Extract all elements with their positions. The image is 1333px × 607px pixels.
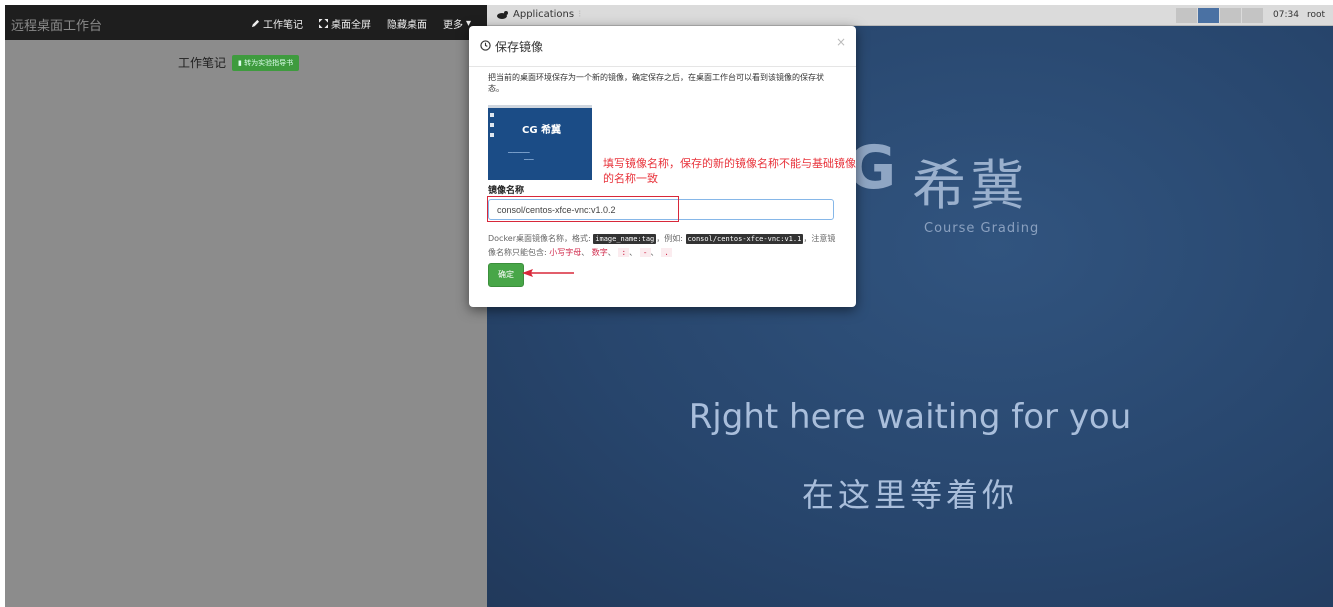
clock-time: 07:34 [1273,10,1299,20]
dialog-description: 把当前的桌面环境保存为一个新的镜像，确定保存之后，在桌面工作台可以看到该镜像的保… [488,73,824,93]
workspace-2[interactable] [1198,8,1219,23]
allowed-dot: . [661,248,672,257]
workspace-1[interactable] [1176,8,1197,23]
nav-fullscreen[interactable]: 桌面全屏 [318,16,371,31]
desktop-thumbnail: CG 希冀 ━━━━━━━━━ ━━━━ [488,105,592,180]
allowed-lowercase: 小写字母 [549,248,582,257]
thumbnail-panel [488,105,592,108]
thumbnail-text-1: ━━━━━━━━━ [508,150,530,155]
xfce-mouse-icon [497,10,508,19]
panel-separator: ⁝ [578,9,582,20]
expand-icon [318,19,328,28]
nav-notes[interactable]: 工作笔记 [251,16,303,31]
workspace-3[interactable] [1220,8,1241,23]
clock-icon [480,40,491,51]
pencil-icon [251,19,260,28]
convert-to-guide-label: 转为实验指导书 [244,58,294,67]
help-format: image_name:tag [593,234,657,244]
nav-hide-desktop-label: 隐藏桌面 [386,20,427,31]
image-name-input[interactable] [488,199,834,220]
app-brand: 远程桌面工作台 [11,19,103,34]
allowed-colon: : [618,248,630,257]
nav-more-label: 更多 [442,20,463,31]
save-image-dialog: 保存镜像 × 把当前的桌面环境保存为一个新的镜像，确定保存之后，在桌面工作台可以… [469,26,856,307]
nav-more[interactable]: 更多 ▾ [443,16,471,31]
workspace-switcher[interactable] [1176,8,1263,23]
nav-hide-desktop[interactable]: 隐藏桌面 [387,16,427,31]
thumbnail-text-2: ━━━━ [524,157,534,162]
wallpaper-tagline-cn: 在这里等着你 [801,476,1018,514]
nav-fullscreen-label: 桌面全屏 [330,20,371,31]
confirm-button[interactable]: 确定 [488,263,524,287]
image-name-label: 镜像名称 [488,186,525,196]
allowed-dash: - [639,248,651,257]
wallpaper-logo-cn: 希冀 [912,154,1028,217]
help-example: consol/centos-xfce-vnc:v1.1 [685,234,804,244]
app-topbar: 远程桌面工作台 工作笔记 桌面全屏 隐藏桌面 更多 ▾ [5,5,487,40]
image-name-help: Docker桌面镜像名称，格式: image_name:tag ，例如: cons… [488,234,836,257]
red-annotation: 填写镜像名称，保存的新的镜像名称不能与基础镜像的名称一致 [603,157,856,185]
convert-to-guide-button[interactable]: ▮ 转为实验指导书 [232,54,300,71]
applications-label: Applications [513,9,575,20]
red-arrow-icon [522,269,574,277]
desktop-panel: Applications ⁝ 07:34 root [487,5,1333,26]
book-icon: ▮ [238,58,242,67]
dialog-header: 保存镜像 × [469,26,856,67]
close-icon[interactable]: × [836,35,846,49]
help-prefix: Docker桌面镜像名称，格式: [488,234,591,243]
help-example-label: ，例如: [656,234,683,243]
applications-menu[interactable]: Applications ⁝ [495,9,581,20]
notes-title: 工作笔记 [178,56,227,70]
clock-user: root [1306,10,1325,20]
wallpaper-logo-sub: Course Grading [924,221,1040,236]
dialog-title: 保存镜像 [495,40,544,54]
notes-pane: 工作笔记 ▮ 转为实验指导书 [5,40,487,607]
notes-header: 工作笔记 ▮ 转为实验指导书 [178,54,300,71]
top-nav: 工作笔记 桌面全屏 隐藏桌面 更多 ▾ [251,16,471,31]
panel-clock: 07:34 root [1273,10,1325,20]
thumbnail-logo: CG 希冀 [522,125,562,136]
thumbnail-icons [490,113,494,143]
workspace-4[interactable] [1242,8,1263,23]
allowed-digits: 数字 [591,248,608,257]
nav-notes-label: 工作笔记 [262,20,303,31]
wallpaper-tagline: Rjght here waiting for you [688,397,1132,437]
